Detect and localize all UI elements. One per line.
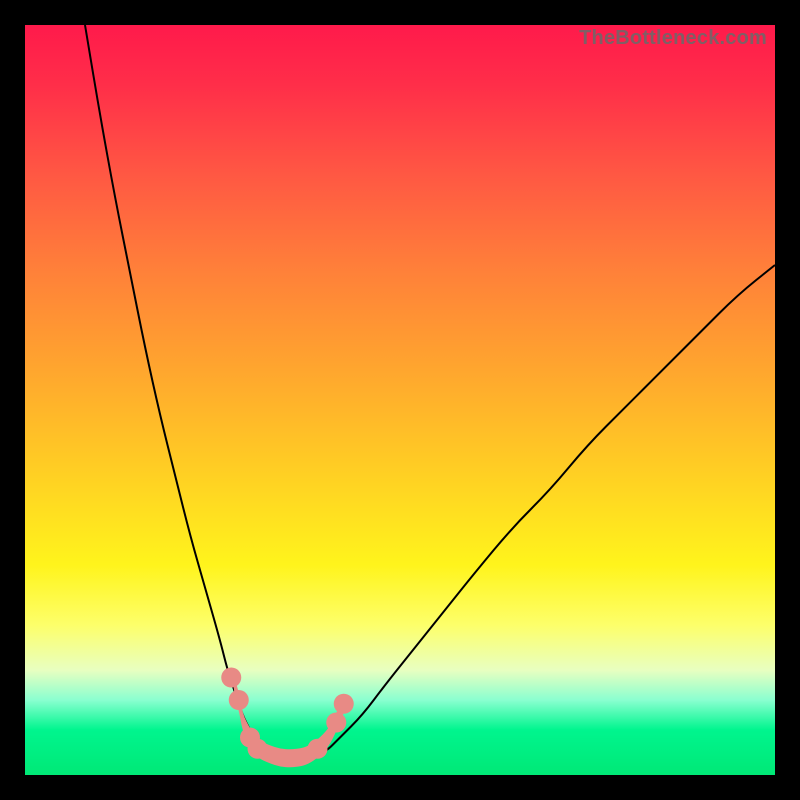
left-curve: [85, 25, 265, 753]
trough-marker-dot: [248, 739, 268, 759]
trough-marker-dot: [334, 694, 354, 714]
chart-frame: TheBottleneck.com: [25, 25, 775, 775]
trough-marker-body: [231, 669, 344, 768]
chart-svg: [25, 25, 775, 775]
trough-marker-dot: [326, 713, 346, 733]
trough-marker-dot: [229, 690, 249, 710]
trough-marker-dot: [308, 739, 328, 759]
trough-marker-dot: [221, 668, 241, 688]
right-curve: [310, 265, 775, 756]
